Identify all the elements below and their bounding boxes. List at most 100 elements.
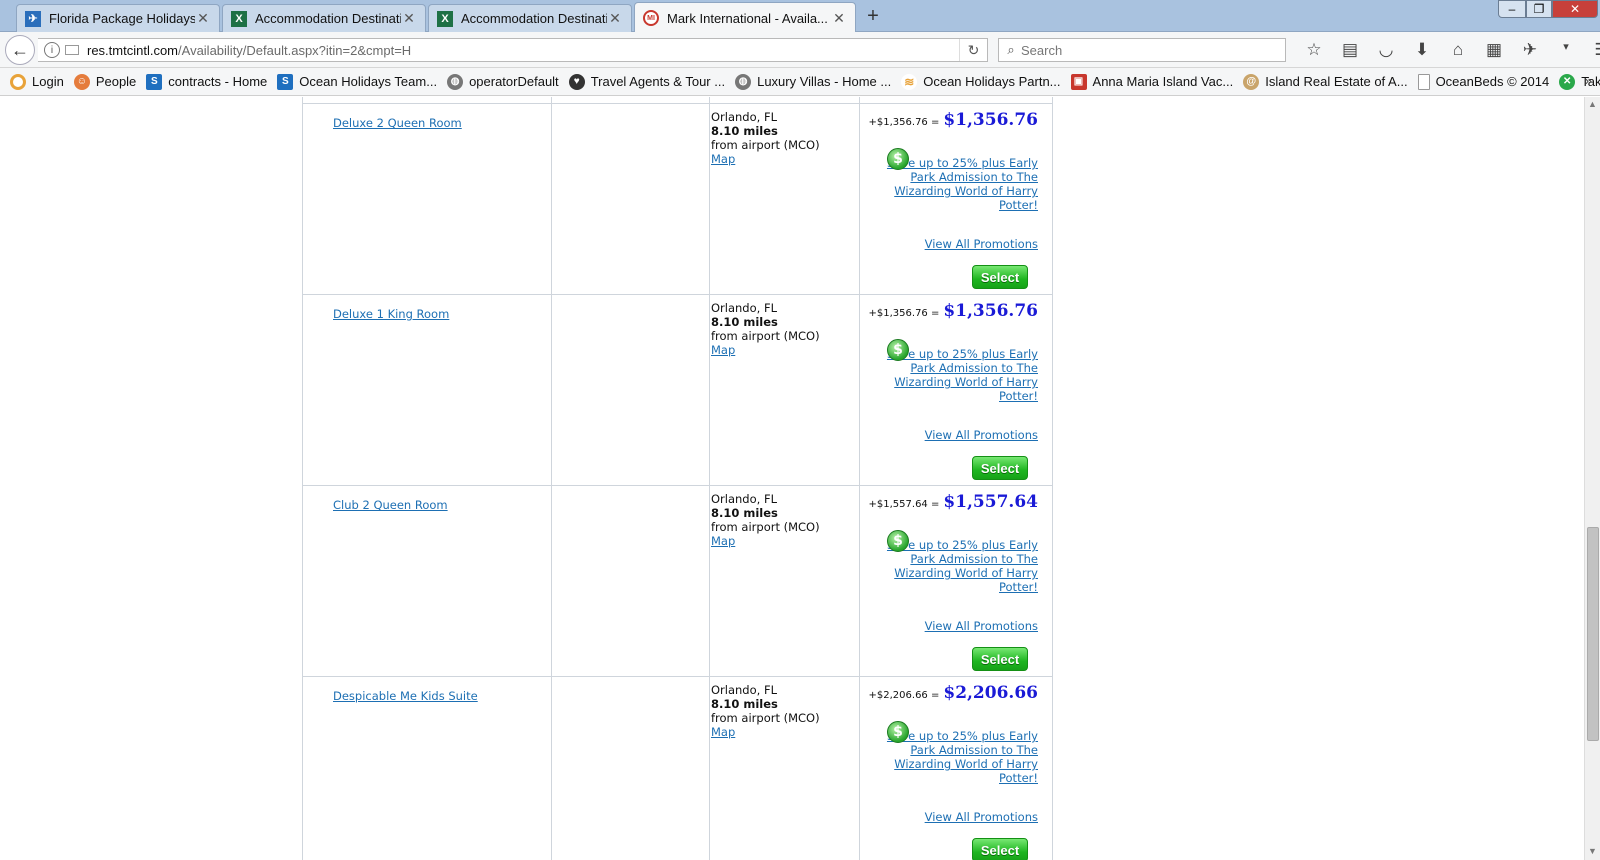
people-icon: ☺ <box>73 73 90 90</box>
bookmark-take-off-in-travel[interactable]: ✕Take Off In Travel 2017 <box>1559 73 1600 90</box>
map-link[interactable]: Map <box>711 534 820 548</box>
price: +$1,356.76 = $1,356.76 <box>869 110 1038 130</box>
sharepoint-icon: S <box>146 73 163 90</box>
view-all-promotions-link[interactable]: View All Promotions <box>925 237 1038 251</box>
bookmark-ocean-holidays-partners[interactable]: ≋ Ocean Holidays Partn... <box>901 73 1061 90</box>
photo-icon: ▣ <box>1070 73 1087 90</box>
column-divider <box>709 486 710 676</box>
close-icon[interactable]: ✕ <box>831 10 847 27</box>
map-link[interactable]: Map <box>711 725 820 739</box>
addon-icon[interactable]: ✈ <box>1512 40 1548 60</box>
select-button[interactable]: Select <box>972 647 1028 671</box>
close-icon[interactable]: ✕ <box>401 10 417 27</box>
bookmark-label: operatorDefault <box>469 74 559 89</box>
distance: 8.10 miles <box>711 315 778 329</box>
bookmark-operator-default[interactable]: ◍ operatorDefault <box>447 73 559 90</box>
reading-list-icon[interactable]: ▤ <box>1332 40 1368 60</box>
overflow-chevron-icon[interactable]: ▾ <box>1548 40 1584 60</box>
airport: from airport (MCO) <box>711 329 820 343</box>
bookmarks-toolbar: Login ☺ People Scontracts - Home S Ocean H… <box>0 68 1600 96</box>
promotion-link[interactable]: $ Save up to 25% plus Early Park Admissi… <box>873 339 1038 403</box>
bookmark-ocean-holidays-team[interactable]: S Ocean Holidays Team... <box>277 73 437 90</box>
room-name-link[interactable]: Deluxe 1 King Room <box>333 307 449 321</box>
column-divider <box>709 677 710 860</box>
bookmark-island-real-estate[interactable]: @ Island Real Estate of A... <box>1243 73 1408 90</box>
globe-icon: ◍ <box>447 73 464 90</box>
page-content: Deluxe 2 Queen Room Orlando, FL 8.10 mil… <box>0 97 1584 860</box>
search-icon: ⌕ <box>1007 42 1015 57</box>
promotion-link[interactable]: $ Save up to 25% plus Early Park Admissi… <box>873 148 1038 212</box>
room-results-table: Deluxe 2 Queen Room Orlando, FL 8.10 mil… <box>302 97 1053 860</box>
maximize-icon[interactable]: ❐ <box>1526 0 1552 18</box>
distance: 8.10 miles <box>711 697 778 711</box>
info-icon[interactable]: i <box>44 42 60 58</box>
extension-icon[interactable]: ▦ <box>1476 40 1512 60</box>
column-divider <box>709 104 710 294</box>
vertical-scrollbar[interactable]: ▲ ▼ <box>1584 97 1600 860</box>
tab-florida-package[interactable]: ✈ Florida Package Holidays 2... ✕ <box>16 4 220 32</box>
bookmark-login[interactable]: Login <box>10 73 64 90</box>
close-icon[interactable]: ✕ <box>607 10 623 27</box>
select-button[interactable]: Select <box>972 265 1028 289</box>
previous-row-fragment <box>303 97 1052 104</box>
reload-icon[interactable]: ↻ <box>959 39 987 61</box>
close-icon[interactable]: ✕ <box>195 10 211 27</box>
select-button[interactable]: Select <box>972 838 1028 860</box>
city: Orlando, FL <box>711 492 777 506</box>
tab-title: Mark International - Availa... <box>667 10 828 26</box>
bookmark-label: Luxury Villas - Home ... <box>757 74 892 89</box>
dollar-icon: $ <box>887 339 909 361</box>
window-close-icon[interactable]: ✕ <box>1552 0 1598 18</box>
promotion-link[interactable]: $ Save up to 25% plus Early Park Admissi… <box>873 530 1038 594</box>
tab-accommodation-1[interactable]: X Accommodation Destinati... ✕ <box>222 4 426 32</box>
bookmark-people[interactable]: ☺ People <box>73 73 136 90</box>
bookmark-star-icon[interactable]: ☆ <box>1296 40 1332 60</box>
view-all-promotions-link[interactable]: View All Promotions <box>925 810 1038 824</box>
promotion-text: Save up to 25% plus Early Park Admission… <box>886 347 1038 403</box>
home-icon[interactable]: ⌂ <box>1440 40 1476 60</box>
room-name-link[interactable]: Deluxe 2 Queen Room <box>333 116 462 130</box>
scroll-down-icon[interactable]: ▼ <box>1588 846 1597 856</box>
minimize-icon[interactable]: – <box>1498 0 1526 18</box>
navigation-toolbar: ← i res.tmtcintl.com/Availability/Defaul… <box>0 32 1600 68</box>
bookmark-travel-agents[interactable]: ♥ Travel Agents & Tour ... <box>568 73 726 90</box>
bookmark-oceanbeds[interactable]: OceanBeds © 2014 <box>1417 73 1549 90</box>
tab-title: Accommodation Destinati... <box>255 11 401 26</box>
back-button[interactable]: ← <box>5 35 35 65</box>
pocket-icon[interactable]: ◡ <box>1368 40 1404 60</box>
view-all-promotions-link[interactable]: View All Promotions <box>925 428 1038 442</box>
url-path: /Availability/Default.aspx?itin=2&cmpt=H <box>178 42 412 58</box>
search-input[interactable]: ⌕ Search <box>998 38 1286 62</box>
new-tab-button[interactable]: + <box>862 5 884 28</box>
download-icon[interactable]: ⬇ <box>1404 40 1440 60</box>
column-divider <box>551 677 552 860</box>
view-all-promotions-link[interactable]: View All Promotions <box>925 619 1038 633</box>
bookmarks-overflow-icon[interactable]: » <box>1585 73 1592 88</box>
price: +$2,206.66 = $2,206.66 <box>869 683 1038 703</box>
dollar-icon: $ <box>887 530 909 552</box>
tab-accommodation-2[interactable]: X Accommodation Destinati... ✕ <box>428 4 632 32</box>
promotion-link[interactable]: $ Save up to 25% plus Early Park Admissi… <box>873 721 1038 785</box>
column-divider <box>551 486 552 676</box>
bookmark-label: contracts - Home <box>168 74 268 89</box>
bookmark-anna-maria-island[interactable]: ▣ Anna Maria Island Vac... <box>1070 73 1233 90</box>
tab-strip: ✈ Florida Package Holidays 2... ✕ X Acco… <box>0 0 1600 33</box>
room-row: Deluxe 1 King Room Orlando, FL 8.10 mile… <box>303 295 1052 486</box>
room-name-link[interactable]: Club 2 Queen Room <box>333 498 448 512</box>
price-total: $1,557.64 <box>943 492 1038 512</box>
back-arrow-icon: ← <box>11 39 29 60</box>
url-bar[interactable]: i res.tmtcintl.com/Availability/Default.… <box>38 38 988 62</box>
select-button[interactable]: Select <box>972 456 1028 480</box>
scroll-up-icon[interactable]: ▲ <box>1588 99 1597 109</box>
bookmark-luxury-villas[interactable]: ◍ Luxury Villas - Home ... <box>735 73 892 90</box>
map-link[interactable]: Map <box>711 152 820 166</box>
distance: 8.10 miles <box>711 124 778 138</box>
room-name-link[interactable]: Despicable Me Kids Suite <box>333 689 478 703</box>
tab-mark-international[interactable]: MI Mark International - Availa... ✕ <box>634 2 856 33</box>
scrollbar-thumb[interactable] <box>1587 527 1599 741</box>
menu-icon[interactable]: ☰ <box>1584 40 1600 60</box>
bookmark-label: Travel Agents & Tour ... <box>590 74 726 89</box>
map-link[interactable]: Map <box>711 343 820 357</box>
airport: from airport (MCO) <box>711 520 820 534</box>
bookmark-contracts-home[interactable]: Scontracts - Home <box>146 73 268 90</box>
